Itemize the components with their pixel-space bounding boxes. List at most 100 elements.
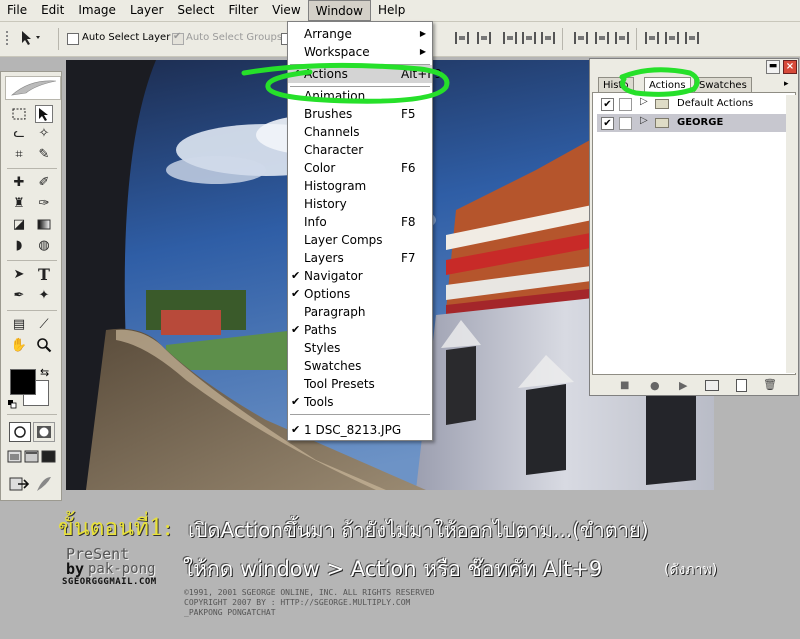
quick-mask-mode-icon[interactable] bbox=[33, 422, 55, 442]
window-menu-item-color[interactable]: Color F6 bbox=[288, 159, 432, 177]
menu-view[interactable]: View bbox=[265, 0, 307, 21]
move-tool-icon[interactable] bbox=[35, 105, 53, 123]
slice-tool-icon[interactable]: ✎ bbox=[35, 146, 53, 164]
pen-tool-icon[interactable]: ✒ bbox=[10, 287, 28, 305]
gripper-icon bbox=[6, 31, 20, 45]
step-text: เปิดActionขึ้นมา ถ้ายังไม่มาให้ออกไปตาม.… bbox=[188, 518, 649, 542]
copyright-line-2: COPYRIGHT 2007 BY : HTTP://SGEORGE.MULTI… bbox=[184, 598, 411, 607]
history-brush-tool-icon[interactable]: ✑ bbox=[35, 195, 53, 213]
window-menu-item-character[interactable]: Character bbox=[288, 141, 432, 159]
menu-edit[interactable]: Edit bbox=[34, 0, 71, 21]
action-set-george[interactable]: ✔ ▷ GEORGE bbox=[597, 114, 787, 132]
window-menu-item-arrange[interactable]: Arrange ▶ bbox=[288, 25, 432, 43]
window-menu-item-navigator[interactable]: ✔ Navigator bbox=[288, 267, 432, 285]
swap-colors-icon[interactable]: ⇆ bbox=[40, 366, 49, 379]
align-vertical-center-icon[interactable] bbox=[477, 32, 491, 44]
dodge-tool-icon[interactable]: ◍ bbox=[35, 237, 53, 255]
minimize-icon[interactable]: ▬ bbox=[766, 60, 780, 74]
imageready-feather-icon[interactable] bbox=[35, 475, 53, 493]
action-toggle-checkbox[interactable]: ✔ bbox=[601, 117, 614, 130]
folder-icon bbox=[655, 118, 669, 128]
instruction-text: ให้กด window > Action หรือ ช๊อทคัท Alt+9 bbox=[183, 557, 603, 581]
window-menu-item-tool-presets[interactable]: Tool Presets bbox=[288, 375, 432, 393]
distribute-left-icon[interactable] bbox=[645, 32, 659, 44]
play-icon[interactable]: ▶ bbox=[679, 379, 687, 392]
auto-select-layer-checkbox[interactable] bbox=[67, 33, 79, 45]
brush-tool-icon[interactable]: ✐ bbox=[35, 174, 53, 192]
standard-mode-icon[interactable] bbox=[9, 422, 31, 442]
distribute-center-icon[interactable] bbox=[595, 32, 609, 44]
distribute-bottom-icon[interactable] bbox=[615, 32, 629, 44]
align-top-icon[interactable] bbox=[455, 32, 469, 44]
standard-screen-mode-icon[interactable] bbox=[7, 450, 23, 464]
full-screen-menu-mode-icon[interactable] bbox=[24, 450, 40, 464]
menu-filter[interactable]: Filter bbox=[221, 0, 265, 21]
blur-tool-icon[interactable]: ◗ bbox=[10, 237, 28, 255]
dialog-toggle-checkbox[interactable] bbox=[619, 117, 632, 130]
menu-select[interactable]: Select bbox=[170, 0, 221, 21]
menu-image[interactable]: Image bbox=[71, 0, 123, 21]
window-menu-item-paragraph[interactable]: Paragraph bbox=[288, 303, 432, 321]
panel-menu-arrow-icon[interactable]: ▸ bbox=[784, 79, 789, 89]
menu-item-label: Styles bbox=[304, 341, 341, 355]
window-menu-item-options[interactable]: ✔ Options bbox=[288, 285, 432, 303]
move-tool-preset-icon[interactable] bbox=[20, 30, 42, 45]
clone-stamp-tool-icon[interactable]: ♜ bbox=[10, 195, 28, 213]
window-menu-item-tools[interactable]: ✔ Tools bbox=[288, 393, 432, 411]
custom-shape-tool-icon[interactable]: ✦ bbox=[35, 287, 53, 305]
new-set-icon[interactable] bbox=[705, 380, 719, 391]
menu-window[interactable]: Window bbox=[307, 0, 371, 21]
window-menu-item-swatches[interactable]: Swatches bbox=[288, 357, 432, 375]
menu-layer[interactable]: Layer bbox=[123, 0, 170, 21]
gradient-tool-icon[interactable] bbox=[35, 216, 53, 234]
record-icon[interactable]: ● bbox=[650, 379, 660, 392]
window-menu-item-layers[interactable]: Layers F7 bbox=[288, 249, 432, 267]
distribute-horizontal-icon[interactable] bbox=[665, 32, 679, 44]
eraser-tool-icon[interactable]: ◪ bbox=[10, 216, 28, 234]
window-menu-item-paths[interactable]: ✔ Paths bbox=[288, 321, 432, 339]
eyedropper-tool-icon[interactable]: ⟋ bbox=[35, 316, 53, 334]
distribute-right-icon[interactable] bbox=[685, 32, 699, 44]
close-icon[interactable]: × bbox=[783, 60, 797, 74]
window-menu-item-info[interactable]: Info F8 bbox=[288, 213, 432, 231]
trash-icon[interactable]: 🗑 bbox=[763, 378, 777, 391]
menu-item-shortcut: F7 bbox=[401, 251, 416, 265]
crop-tool-icon[interactable]: ⌗ bbox=[10, 146, 28, 164]
default-colors-icon[interactable] bbox=[8, 398, 17, 409]
menu-item-label: Paths bbox=[304, 323, 337, 337]
menu-file[interactable]: File bbox=[0, 0, 34, 21]
marquee-tool-icon[interactable] bbox=[10, 106, 28, 124]
auto-select-groups-checkbox[interactable]: ✔ bbox=[172, 31, 184, 45]
panel-scrollbar[interactable] bbox=[786, 95, 796, 373]
full-screen-mode-icon[interactable] bbox=[41, 450, 57, 464]
checkmark-icon: ✔ bbox=[291, 323, 301, 336]
zoom-tool-icon[interactable] bbox=[35, 337, 53, 355]
window-menu-item-styles[interactable]: Styles bbox=[288, 339, 432, 357]
auto-select-layer-label: Auto Select Layer bbox=[82, 32, 171, 43]
distribute-top-icon[interactable] bbox=[574, 32, 588, 44]
align-bottom-icon[interactable] bbox=[503, 32, 517, 44]
align-horizontal-center-icon[interactable] bbox=[541, 32, 555, 44]
window-menu-item-layer-comps[interactable]: Layer Comps bbox=[288, 231, 432, 249]
lasso-tool-icon[interactable]: ᓚ bbox=[10, 125, 28, 143]
step-title: ขั้นตอนที่1: bbox=[58, 515, 172, 541]
hand-tool-icon[interactable]: ✋ bbox=[10, 337, 28, 355]
window-menu-item-channels[interactable]: Channels bbox=[288, 123, 432, 141]
type-tool-icon[interactable]: T bbox=[35, 266, 53, 284]
magic-wand-tool-icon[interactable]: ✧ bbox=[35, 125, 53, 143]
menu-help[interactable]: Help bbox=[371, 0, 412, 21]
feather-logo-icon[interactable] bbox=[5, 76, 61, 100]
stop-icon[interactable]: ■ bbox=[620, 380, 629, 391]
align-left-icon[interactable] bbox=[522, 32, 536, 44]
window-menu-item-1-dsc-8213-jpg[interactable]: ✔ 1 DSC_8213.JPG bbox=[288, 421, 432, 439]
expand-triangle-icon[interactable]: ▷ bbox=[640, 115, 648, 126]
window-menu-item-history[interactable]: History bbox=[288, 195, 432, 213]
new-action-icon[interactable] bbox=[736, 379, 747, 392]
healing-brush-tool-icon[interactable]: ✚ bbox=[10, 174, 28, 192]
copyright-line-3: _PAKPONG PONGATCHAT bbox=[184, 608, 276, 617]
path-selection-tool-icon[interactable]: ➤ bbox=[10, 266, 28, 284]
jump-to-imageready-icon[interactable] bbox=[9, 475, 31, 493]
notes-tool-icon[interactable]: ▤ bbox=[10, 316, 28, 334]
window-menu-item-histogram[interactable]: Histogram bbox=[288, 177, 432, 195]
menu-item-shortcut: F8 bbox=[401, 215, 416, 229]
